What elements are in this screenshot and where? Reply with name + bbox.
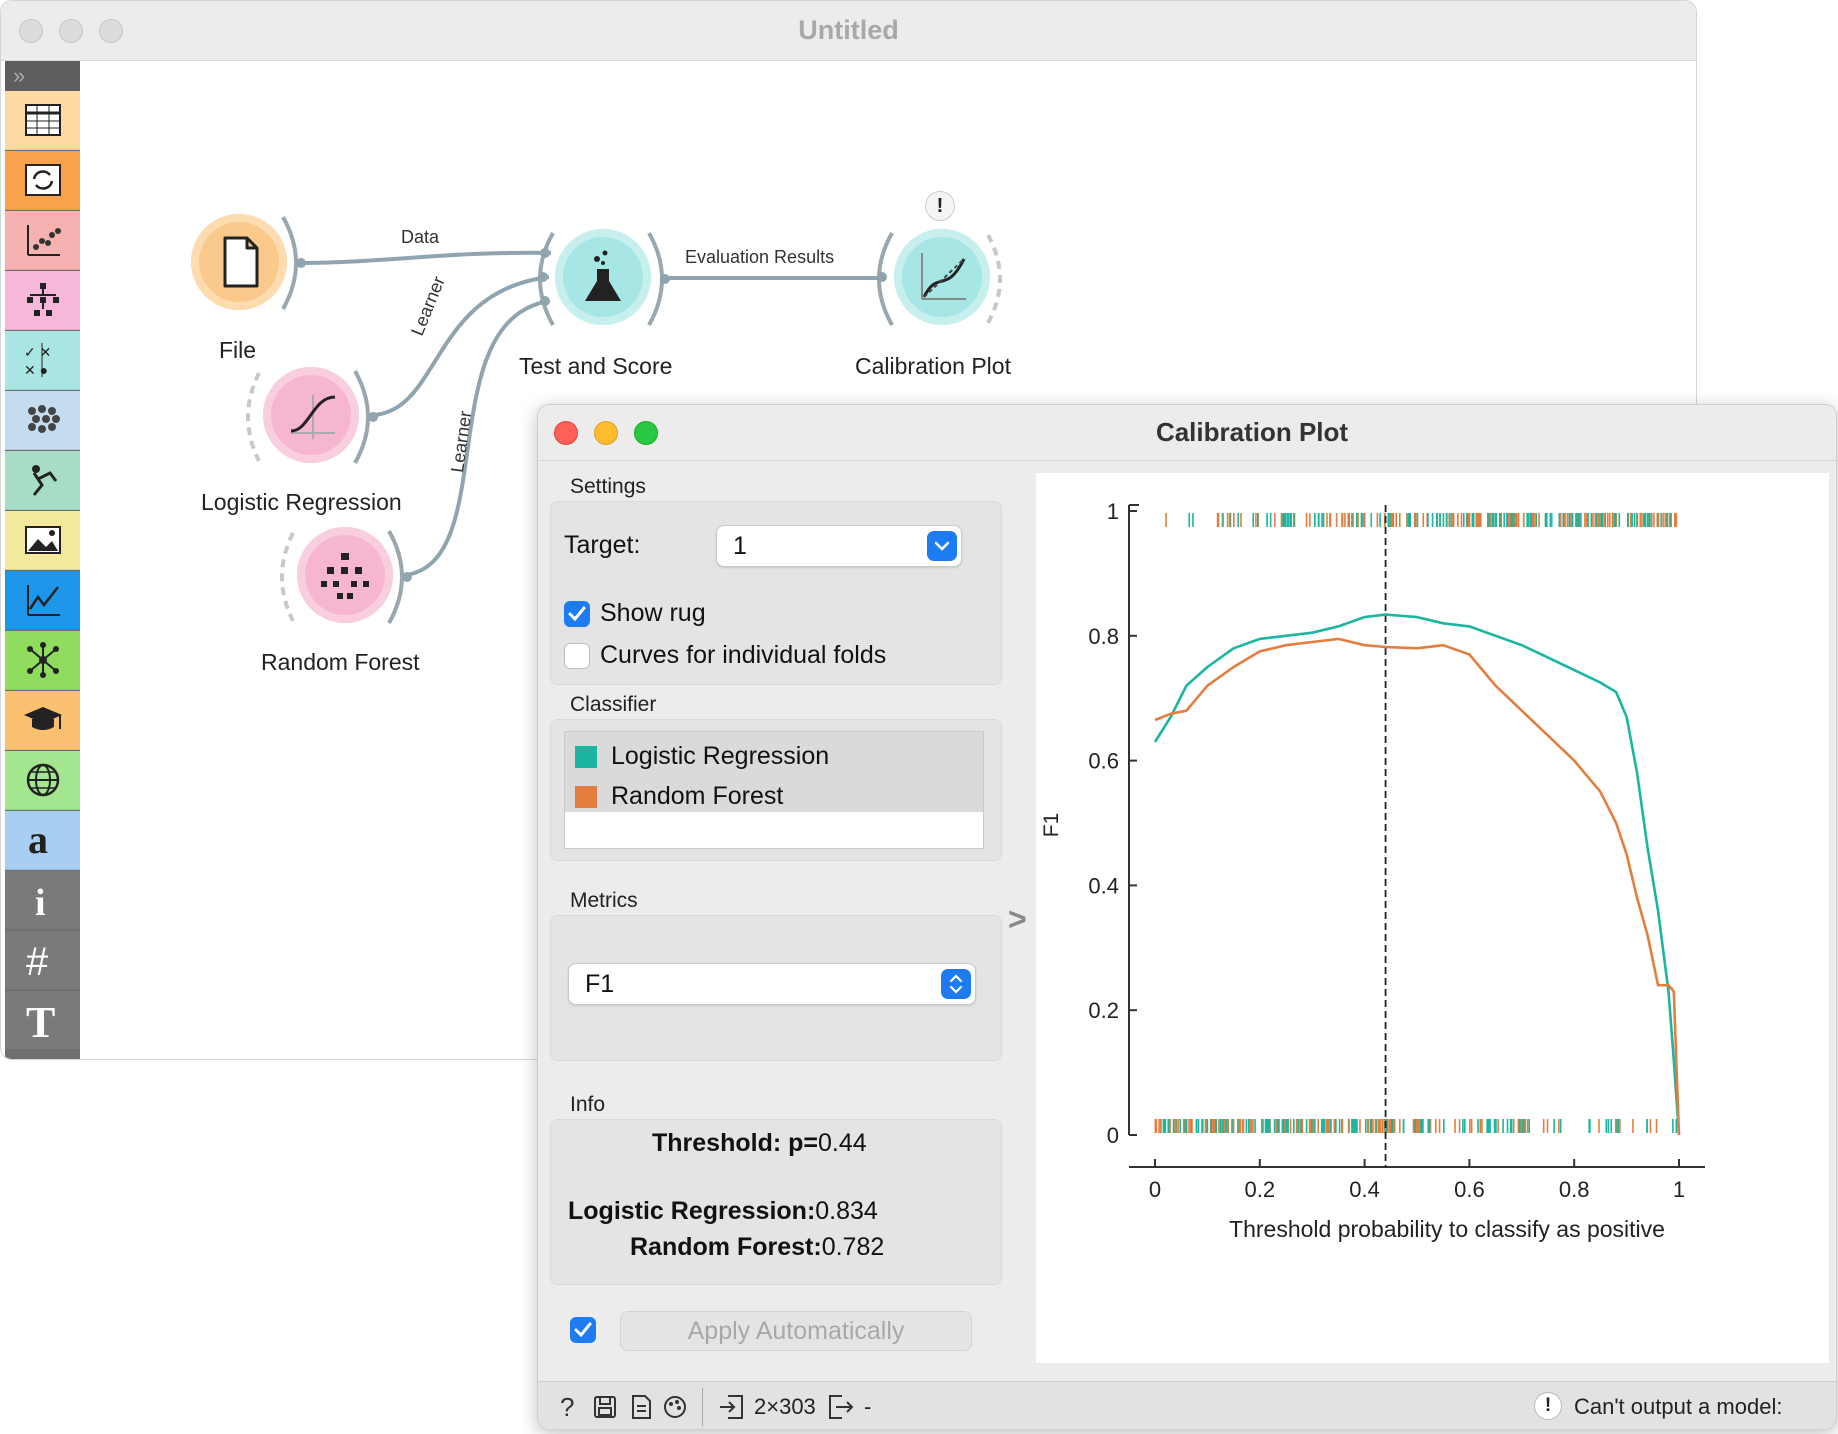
lr-color-swatch: [575, 746, 597, 768]
plot-area[interactable]: 0 0.2 0.4 0.6 0.8 1 0 0.2 0.4 0.6 0.8 1 Threshold pr…: [1036, 473, 1829, 1363]
calibration-plot-window: Calibration Plot Settings Target: 1 Show…: [537, 404, 1837, 1430]
file-icon: [223, 236, 259, 288]
status-message: Can't output a model:: [1574, 1394, 1783, 1419]
y-tick-label: 1: [1107, 499, 1119, 524]
target-label: Target:: [564, 531, 641, 559]
file-output-anchor[interactable]: [279, 213, 309, 313]
info-section-title: Info: [570, 1093, 606, 1116]
target-value: 1: [733, 532, 747, 560]
link-data[interactable]: [300, 250, 552, 265]
target-select[interactable]: 1: [716, 525, 962, 567]
y-tick-label: 0: [1107, 1123, 1119, 1148]
list-item[interactable]: Logistic Regression: [611, 742, 829, 771]
logistic-regression-label: Logistic Regression: [201, 489, 402, 515]
calibration-plot-anchors[interactable]: [874, 229, 1014, 329]
file-node[interactable]: [191, 214, 287, 310]
x-tick-label: 1: [1673, 1177, 1685, 1202]
updown-arrows-icon: [941, 969, 971, 999]
warning-icon[interactable]: !: [925, 191, 955, 221]
svg-text:?: ?: [560, 1392, 574, 1422]
lr-score-label: Logistic Regression:: [568, 1197, 816, 1225]
x-axis-label: Threshold probability to classify as pos…: [1229, 1216, 1665, 1242]
threshold-label: Threshold: p=: [652, 1129, 818, 1157]
auto-apply-checkbox[interactable]: [570, 1317, 596, 1343]
f1-chart: 0 0.2 0.4 0.6 0.8 1 0 0.2 0.4 0.6 0.8 1 Threshold pr…: [1040, 499, 1705, 1242]
save-icon[interactable]: [592, 1394, 618, 1420]
metrics-select[interactable]: F1: [568, 963, 976, 1005]
link-learner-1[interactable]: [372, 275, 550, 417]
x-tick-label: 0.6: [1454, 1177, 1485, 1202]
x-tick-label: 0.2: [1245, 1177, 1276, 1202]
metrics-section-title: Metrics: [570, 889, 638, 912]
y-axis-label: F1: [1040, 813, 1063, 838]
list-item[interactable]: Random Forest: [611, 782, 783, 811]
settings-section-title: Settings: [570, 475, 646, 498]
window-title: Calibration Plot: [1155, 417, 1349, 447]
y-tick-label: 0.8: [1088, 624, 1119, 649]
apply-automatically-button[interactable]: Apply Automatically: [620, 1311, 972, 1351]
checkmark-icon: [574, 1322, 592, 1338]
y-tick-label: 0.6: [1088, 749, 1119, 774]
classifier-section-title: Classifier: [570, 693, 657, 716]
file-node-label: File: [219, 337, 257, 363]
classifier-list[interactable]: Logistic Regression Random Forest: [564, 731, 984, 849]
report-icon[interactable]: [628, 1394, 654, 1420]
logistic-regression-anchors[interactable]: [243, 367, 383, 467]
link-label-evaluation: Evaluation Results: [685, 247, 835, 267]
folds-label[interactable]: Curves for individual folds: [600, 641, 886, 670]
lr-score-value: 0.834: [815, 1197, 878, 1225]
output-status: -: [864, 1394, 872, 1419]
test-and-score-anchors[interactable]: [535, 229, 675, 329]
separator: [702, 1388, 703, 1426]
lr-score-info: Logistic Regression:0.834: [568, 1197, 878, 1226]
x-tick-label: 0.8: [1559, 1177, 1590, 1202]
output-icon: [829, 1395, 854, 1419]
link-learner-2[interactable]: [405, 299, 550, 577]
chevron-down-icon: [927, 531, 957, 561]
threshold-info: Threshold: p=0.44: [652, 1129, 867, 1158]
x-tick-label: 0.4: [1349, 1177, 1380, 1202]
show-rug-checkbox[interactable]: [564, 601, 590, 627]
x-tick-label: 0: [1149, 1177, 1161, 1202]
checkmark-icon: [568, 606, 586, 622]
y-tick-label: 0.4: [1088, 873, 1119, 898]
help-icon[interactable]: ?: [556, 1392, 584, 1422]
rf-score-label: Random Forest:: [630, 1233, 822, 1261]
folds-checkbox[interactable]: [564, 643, 590, 669]
warning-icon[interactable]: !: [1534, 1392, 1562, 1420]
metrics-value: F1: [585, 970, 615, 998]
random-forest-anchors[interactable]: [277, 527, 417, 627]
rf-score-info: Random Forest:0.782: [630, 1233, 884, 1262]
cp-titlebar: Calibration Plot: [538, 405, 1836, 461]
series-line-logistic-regression: [1153, 613, 1681, 1136]
calibration-plot-label: Calibration Plot: [855, 353, 1011, 379]
threshold-value: 0.44: [817, 1129, 867, 1157]
y-tick-label: 0.2: [1088, 998, 1119, 1023]
data-size: 2×303: [754, 1394, 816, 1419]
link-label-data: Data: [401, 227, 440, 247]
input-icon: [720, 1395, 743, 1419]
test-and-score-label: Test and Score: [519, 353, 673, 379]
status-bar: ? 2×303 - ! Can't output a model:: [538, 1381, 1836, 1429]
rf-score-value: 0.782: [821, 1233, 885, 1261]
palette-icon[interactable]: [662, 1394, 688, 1420]
collapse-panel-arrow-icon[interactable]: >: [1008, 901, 1027, 938]
rf-color-swatch: [575, 786, 597, 808]
series-line-random-forest: [1154, 637, 1681, 1136]
random-forest-label: Random Forest: [261, 649, 420, 675]
show-rug-label[interactable]: Show rug: [600, 599, 706, 628]
